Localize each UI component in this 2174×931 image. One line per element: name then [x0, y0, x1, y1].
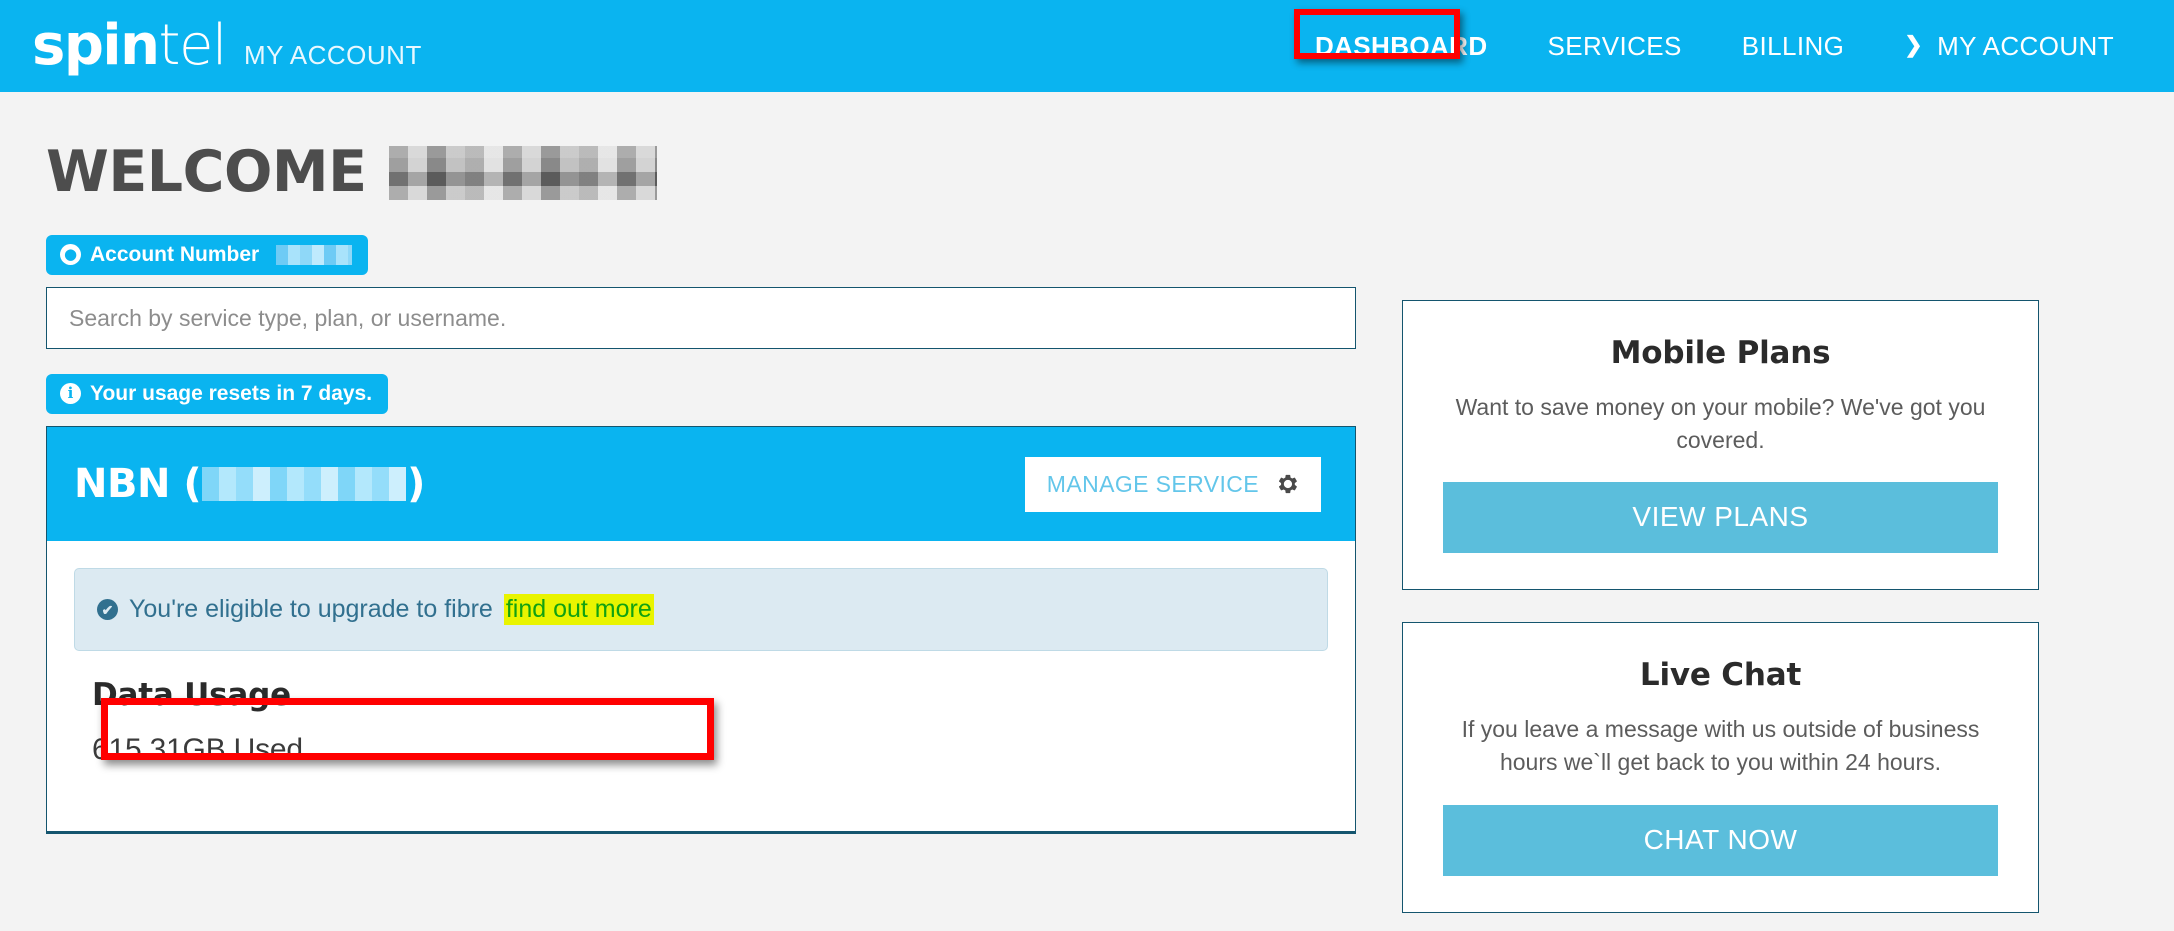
live-chat-text: If you leave a message with us outside o…	[1461, 716, 1980, 776]
data-usage-heading: Data Usage	[92, 677, 291, 714]
redacted-customer-name	[388, 145, 657, 200]
manage-service-button[interactable]: MANAGE SERVICE	[1024, 456, 1321, 512]
live-chat-title: Live Chat	[1639, 657, 1802, 694]
promo-card-mobile-plans: Mobile Plans Want to save money on your …	[1402, 300, 2039, 591]
nav-item-services[interactable]: SERVICES	[1518, 25, 1712, 68]
page-content: WELCOME ● Account Number i Your usage re…	[0, 92, 2174, 931]
welcome-heading-row: WELCOME	[46, 92, 2128, 235]
service-title-prefix: NBN (	[74, 461, 202, 508]
search-input[interactable]	[46, 287, 1356, 350]
usage-reset-badge: i Your usage resets in 7 days.	[46, 374, 389, 415]
top-navigation-bar: spintel MY ACCOUNT DASHBOARD SERVICES BI…	[0, 0, 2174, 92]
logo-light-part: tel	[158, 13, 227, 78]
primary-nav: DASHBOARD SERVICES BILLING ❯ MY ACCOUNT	[1285, 0, 2144, 92]
fibre-upgrade-text: You're eligible to upgrade to fibre	[129, 595, 493, 624]
account-number-row: ● Account Number	[46, 235, 2128, 276]
data-usage-value: 615.31GB Used	[92, 733, 303, 767]
check-circle-icon: ✔	[97, 599, 118, 621]
service-card-nbn: NBN ( ) MANAGE SERVICE ✔ You're eligible…	[46, 426, 1356, 835]
spintel-logo[interactable]: spintel	[32, 18, 227, 74]
usage-reset-label: Your usage resets in 7 days.	[90, 382, 373, 406]
service-card-body: ✔ You're eligible to upgrade to fibre fi…	[47, 541, 1355, 831]
page-title: WELCOME	[46, 139, 367, 205]
promo-card-live-chat: Live Chat If you leave a message with us…	[1402, 622, 2039, 913]
mobile-plans-title: Mobile Plans	[1610, 335, 1831, 372]
find-out-more-link[interactable]: find out more	[503, 594, 654, 626]
fibre-upgrade-alert: ✔ You're eligible to upgrade to fibre fi…	[74, 568, 1328, 652]
chevron-right-icon: ❯	[1904, 32, 1924, 57]
service-title: NBN ( )	[74, 461, 425, 507]
brand-logo-group[interactable]: spintel MY ACCOUNT	[32, 18, 422, 74]
account-number-label: Account Number	[90, 243, 260, 266]
account-number-badge: ● Account Number	[46, 235, 369, 276]
left-column: i Your usage resets in 7 days. NBN ( ) M…	[46, 287, 1356, 835]
service-title-suffix: )	[407, 461, 425, 508]
nav-label-billing: BILLING	[1741, 30, 1845, 61]
right-column: Mobile Plans Want to save money on your …	[1402, 287, 2039, 931]
logo-bold-part: spin	[32, 13, 160, 78]
info-circle-icon: i	[60, 383, 81, 405]
gear-icon	[1277, 473, 1299, 495]
service-card-header: NBN ( ) MANAGE SERVICE	[47, 427, 1355, 542]
usage-reset-row: i Your usage resets in 7 days.	[46, 374, 1356, 415]
view-plans-button[interactable]: VIEW PLANS	[1443, 482, 1998, 554]
chat-now-button[interactable]: CHAT NOW	[1443, 804, 1998, 876]
nav-label-dashboard: DASHBOARD	[1314, 30, 1488, 61]
redacted-service-identifier	[202, 467, 407, 502]
nav-label-services: SERVICES	[1547, 30, 1682, 61]
dashboard-columns: i Your usage resets in 7 days. NBN ( ) M…	[46, 287, 2128, 931]
nav-item-billing[interactable]: BILLING	[1712, 25, 1875, 68]
nav-item-dashboard[interactable]: DASHBOARD	[1285, 25, 1518, 68]
brand-subtitle: MY ACCOUNT	[243, 40, 422, 70]
user-circle-icon: ●	[60, 244, 81, 266]
nav-label-my-account: MY ACCOUNT	[1937, 30, 2114, 61]
nav-item-my-account[interactable]: ❯ MY ACCOUNT	[1874, 25, 2144, 68]
mobile-plans-text: Want to save money on your mobile? We've…	[1455, 394, 1986, 453]
manage-service-label: MANAGE SERVICE	[1046, 470, 1259, 497]
redacted-account-number	[276, 244, 353, 265]
